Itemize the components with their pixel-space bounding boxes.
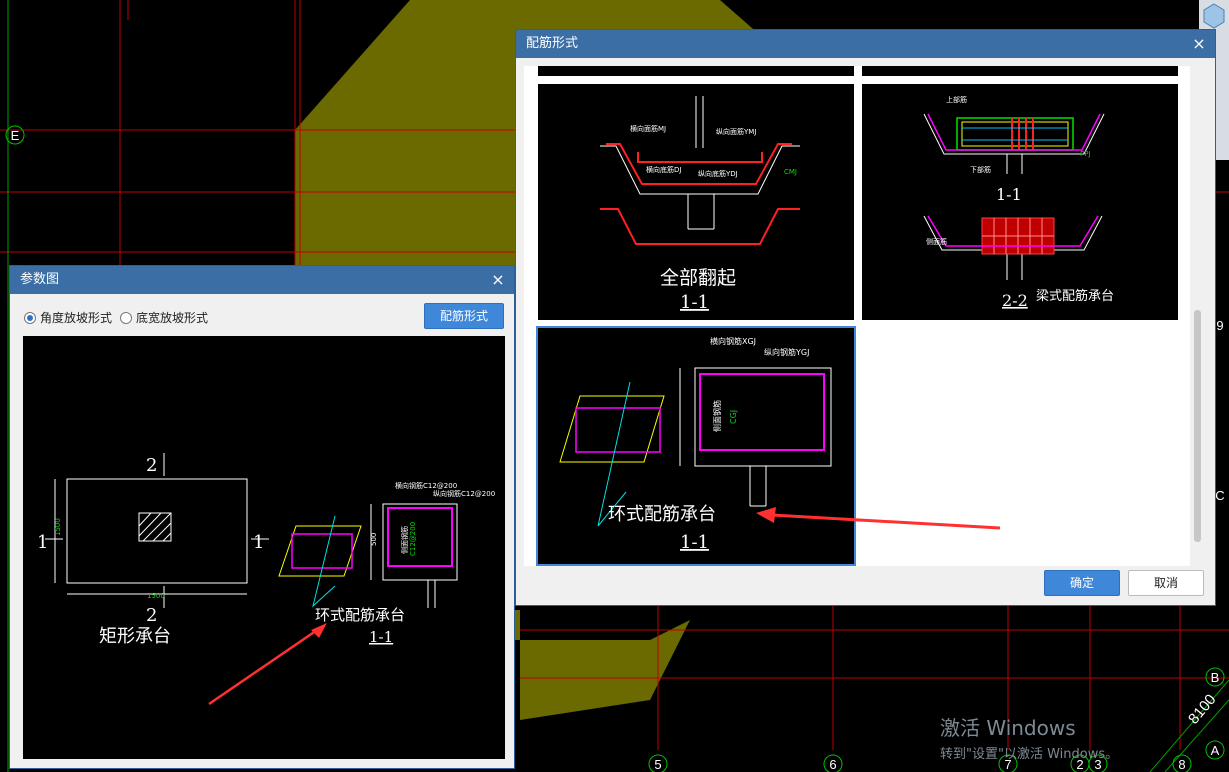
card2-sec-a: 1-1 <box>996 185 1022 204</box>
card1-section: 1-1 <box>680 292 709 313</box>
radio-width-label: 底宽放坡形式 <box>136 311 209 325</box>
axis-label-b: B <box>1211 670 1220 685</box>
card1-ymj: 纵向面筋YMJ <box>716 127 756 136</box>
axis-label-9: 9 <box>1216 318 1223 333</box>
card3-xgj: 横向钢筋XGJ <box>710 336 756 346</box>
card-full-bent-drawing: 横向面筋MJ 纵向面筋YMJ 横向底筋DJ 纵向底筋YDJ CMJ 全部翻起 1… <box>600 96 800 313</box>
rebar-form-button[interactable]: 配筋形式 <box>424 303 504 329</box>
watermark-line2: 转到"设置"以激活 Windows。 <box>940 747 1119 762</box>
card2-label: 梁式配筋承台 <box>1036 288 1114 304</box>
card1-cmj: CMJ <box>784 168 797 176</box>
card3-cgj: CGJ <box>729 410 738 424</box>
card1-mj: 横向面筋MJ <box>630 124 666 133</box>
sec-mark-right: 1 <box>253 532 264 553</box>
radio-angle-slope[interactable]: 角度放坡形式 <box>24 309 112 326</box>
side-spec: C12@200 <box>409 522 417 556</box>
ring-section-outline <box>382 503 458 581</box>
annotation-arrow <box>756 507 1001 530</box>
dim-500: 500 <box>370 533 378 546</box>
dim-left: 1500 <box>54 518 62 536</box>
sec-mark-top: 2 <box>146 455 157 476</box>
confirm-button[interactable]: 确定 <box>1044 570 1120 596</box>
rebar-dialog-close-icon[interactable]: × <box>1191 30 1207 58</box>
arrow-icon <box>311 623 327 638</box>
param-dialog-close-icon[interactable]: × <box>490 266 506 294</box>
cancel-button[interactable]: 取消 <box>1128 570 1204 596</box>
param-dialog: 参数图 × 角度放坡形式 底宽放坡形式 配筋形式 2 2 1 1 矩形承台 环式… <box>9 265 515 769</box>
activation-watermark: 激活 Windows 转到"设置"以激活 Windows。 <box>940 712 1118 762</box>
rebar-dialog-titlebar[interactable]: 配筋形式 × <box>516 30 1215 58</box>
rect-cap-label: 矩形承台 <box>99 626 171 647</box>
axis-label-a: A <box>1211 743 1220 758</box>
radio-checked-icon[interactable] <box>24 311 36 324</box>
axis-label-8: 8 <box>1178 757 1185 772</box>
top-strip-left <box>538 66 854 76</box>
watermark-line1: 激活 Windows <box>940 716 1076 740</box>
card2-bot: 下部筋 <box>970 165 991 174</box>
radio-angle-label: 角度放坡形式 <box>40 311 113 325</box>
ring-section: 1-1 <box>369 628 393 646</box>
card2-pp: PPJ <box>1080 150 1091 158</box>
param-dialog-title: 参数图 <box>20 272 60 287</box>
rebar-dialog-title: 配筋形式 <box>526 36 579 51</box>
card2-side: 侧面筋 <box>926 237 947 246</box>
card3-ygj: 纵向钢筋YGJ <box>764 347 809 357</box>
card3-side: 侧面钢筋 <box>712 400 722 432</box>
param-figure-panel: 2 2 1 1 矩形承台 环式配筋承台 1-1 1500 1500 500 C1… <box>23 336 505 759</box>
card1-dj: 横向底筋DJ <box>646 165 681 174</box>
sec-mark-left: 1 <box>37 532 48 553</box>
rebar-card-full-bent[interactable]: 横向面筋MJ 纵向面筋YMJ 横向底筋DJ 纵向底筋YDJ CMJ 全部翻起 1… <box>538 84 854 320</box>
side-rebar-label: 侧面钢筋 <box>400 526 409 554</box>
radio-width-slope[interactable]: 底宽放坡形式 <box>120 309 208 326</box>
ring-title: 环式配筋承台 <box>315 606 405 624</box>
rect-cap-outline <box>66 478 248 584</box>
sec-mark-bottom: 2 <box>146 605 157 626</box>
card2-sec-b: 2-2 <box>1002 291 1028 310</box>
axis-label-e: E <box>11 128 20 143</box>
rebar-scroll-thumb[interactable] <box>1194 310 1201 542</box>
axis-label-c: C <box>1215 488 1224 503</box>
ver-rebar-label: 纵向钢筋C12@200 <box>433 489 495 498</box>
card-beam-drawing: 上部筋 下部筋 侧面筋 PPJ 1-1 2-2 梁式配筋承台 <box>923 95 1114 310</box>
param-figure: 2 2 1 1 矩形承台 环式配筋承台 1-1 1500 1500 500 C1… <box>37 453 495 706</box>
card3-label: 环式配筋承台 <box>608 504 716 525</box>
dim-bottom: 1500 <box>147 592 165 600</box>
card3-section: 1-1 <box>680 532 709 553</box>
param-dialog-titlebar[interactable]: 参数图 × <box>10 266 514 294</box>
rebar-card-beam[interactable]: 上部筋 下部筋 侧面筋 PPJ 1-1 2-2 梁式配筋承台 <box>862 84 1178 320</box>
card1-ydj: 纵向底筋YDJ <box>698 169 738 178</box>
top-strip-right <box>862 66 1178 76</box>
hor-rebar-label: 横向钢筋C12@200 <box>395 481 457 490</box>
axis-label-5: 5 <box>654 757 661 772</box>
radio-unchecked-icon[interactable] <box>120 311 132 324</box>
annotation-arrow-head-icon <box>756 507 776 523</box>
card1-label: 全部翻起 <box>660 267 736 289</box>
axis-label-6: 6 <box>829 757 836 772</box>
card2-top: 上部筋 <box>946 95 967 104</box>
rebar-grid: 横向面筋MJ 纵向面筋YMJ 横向底筋DJ 纵向底筋YDJ CMJ 全部翻起 1… <box>524 66 1190 566</box>
